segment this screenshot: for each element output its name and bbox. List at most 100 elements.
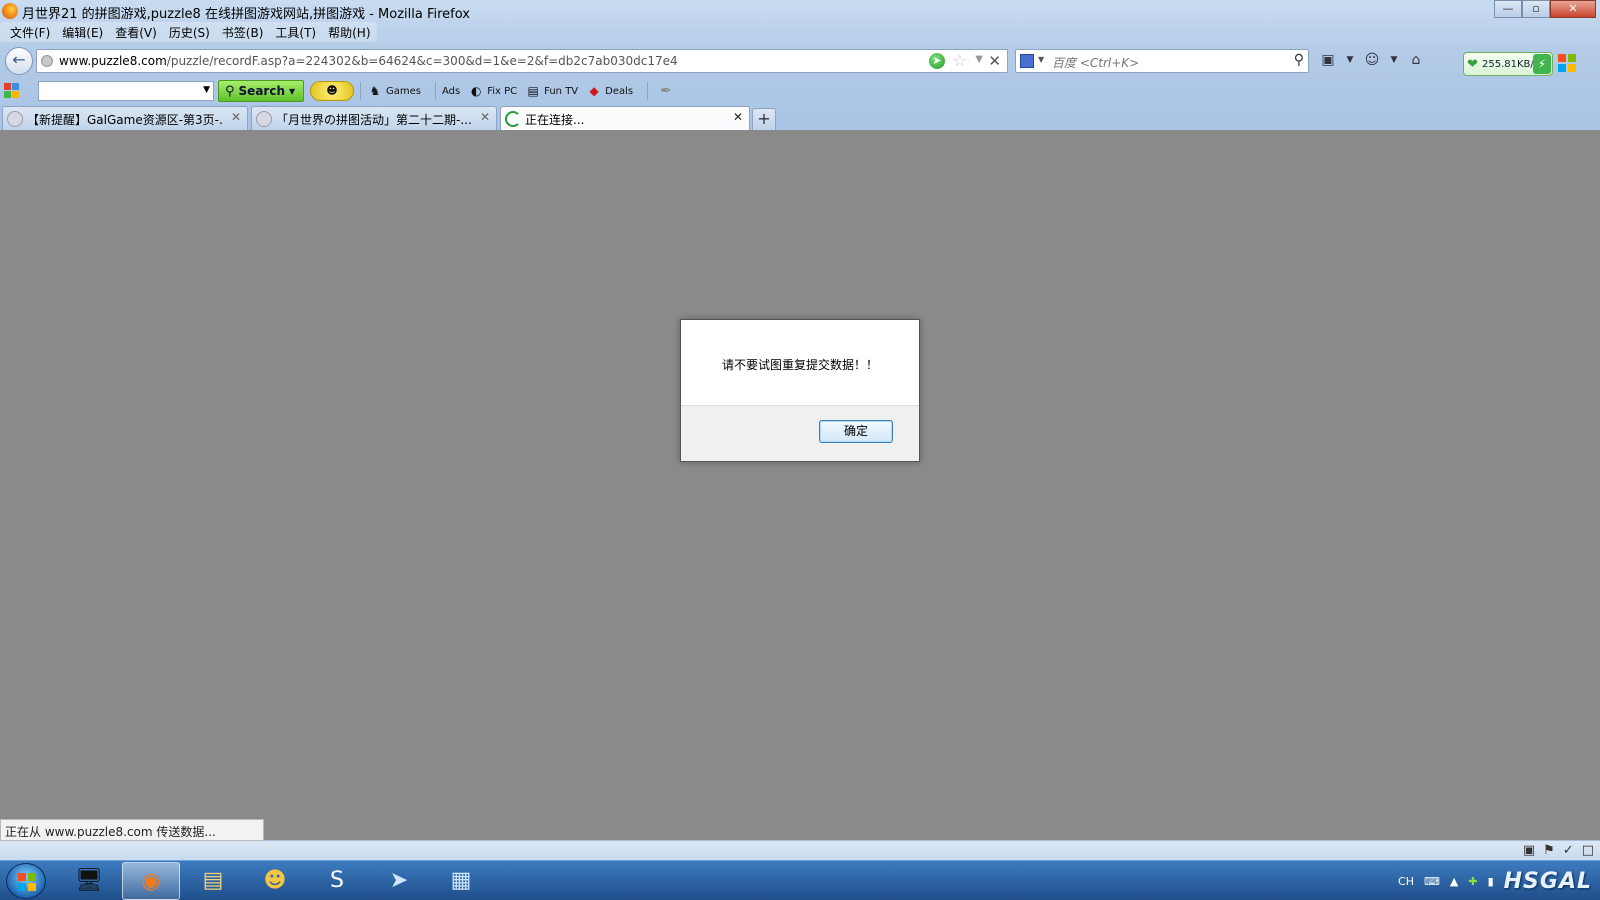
search-placeholder: 百度 <Ctrl+K> (1052, 56, 1140, 70)
status-bar: 正在从 www.puzzle8.com 传送数据... ▣ ⚑ ✓ □ (0, 819, 1600, 860)
window-controls: — ▫ ✕ (1494, 0, 1596, 18)
windows-logo-icon[interactable] (1558, 54, 1576, 72)
menu-view[interactable]: 查看(V) (109, 22, 163, 42)
toolbar-item-ads[interactable]: Ads (442, 86, 460, 97)
menu-bar: 文件(F) 编辑(E) 查看(V) 历史(S) 书签(B) 工具(T) 帮助(H… (0, 22, 377, 42)
tab-connecting[interactable]: 正在连接... ✕ (500, 106, 750, 131)
minimize-button[interactable]: — (1494, 0, 1522, 18)
download-speed-widget[interactable]: ❤ 255.81KB/s ⚡ (1463, 52, 1553, 76)
tab-label: 正在连接... (525, 113, 585, 127)
toolbar-separator (360, 82, 361, 100)
taskbar-app-s[interactable]: S (308, 862, 366, 900)
toolbar-item-label: Fix PC (487, 85, 518, 97)
tray-expand-icon[interactable]: ▲ (1450, 875, 1458, 888)
window-title: 月世界21 的拼图游戏,puzzle8 在线拼图游戏网站,拼图游戏 - Mozi… (22, 7, 470, 22)
menu-tools[interactable]: 工具(T) (269, 22, 322, 42)
ok-button[interactable]: 确定 (819, 420, 893, 443)
keyboard-icon[interactable]: ⌨ (1424, 875, 1440, 888)
addon-smiley-icon[interactable]: ☺ (1362, 50, 1382, 70)
toolbar-item-games[interactable]: ♞ Games (367, 83, 421, 99)
url-history-dropdown-icon[interactable]: ▼ (975, 54, 983, 65)
site-identity-icon[interactable] (41, 55, 53, 67)
apps-grid-icon[interactable] (2, 81, 30, 101)
menu-edit[interactable]: 编辑(E) (56, 22, 109, 42)
close-icon[interactable]: ✕ (480, 110, 490, 124)
alert-message: 请不要试图重复提交数据！！ (721, 358, 878, 372)
start-button[interactable] (6, 863, 46, 899)
taskbar-film[interactable]: ▦ (432, 862, 490, 900)
toolbar-separator (434, 82, 436, 100)
tag-icon: ◆ (589, 84, 599, 98)
search-bar[interactable]: ▼ 百度 <Ctrl+K> ⚲ (1015, 49, 1309, 73)
menu-file[interactable]: 文件(F) (4, 22, 56, 42)
close-button[interactable]: ✕ (1550, 0, 1596, 18)
tab-label: 【新提醒】GalGame资源区-第3页-... (27, 113, 223, 127)
search-icon: ⚲ (225, 83, 235, 99)
toolbar-item-label: Ads (441, 85, 461, 97)
toolbar-item-fun-tv[interactable]: ▤ Fun TV (525, 83, 578, 99)
chevron-down-icon[interactable]: ▼ (289, 87, 295, 96)
app-s-icon: S (330, 868, 344, 893)
back-button[interactable]: ← (5, 47, 33, 75)
toolbar-search-input[interactable]: ▼ (38, 81, 214, 101)
close-icon[interactable]: ✕ (733, 110, 743, 124)
maximize-button[interactable]: ▫ (1522, 0, 1550, 18)
feather-icon[interactable]: ✒ (660, 83, 672, 99)
smiley-button[interactable]: ☻ (310, 81, 354, 101)
tab-galgame[interactable]: 【新提醒】GalGame资源区-第3页-... ✕ (2, 106, 248, 130)
taskbar-explorer[interactable]: ▤ (184, 862, 242, 900)
joystick-icon: ♞ (369, 84, 381, 98)
new-tab-button[interactable]: + (752, 108, 776, 130)
url-host: www.puzzle8.com (59, 54, 167, 68)
system-tray: CH ⌨ ▲ ✚ ▮ HSGAL (1398, 861, 1600, 900)
toolbar-item-fix-pc[interactable]: ◐ Fix PC (468, 83, 517, 99)
leaf-icon: ❤ (1467, 57, 1478, 72)
tools-icon[interactable]: ✓ (1563, 843, 1574, 858)
tab-label: 「月世界の拼图活动」第二十二期-... (276, 113, 472, 127)
close-icon[interactable]: ✕ (231, 110, 241, 124)
toolbar-item-deals[interactable]: ◆ Deals (586, 83, 634, 99)
headphones-icon: ☻ (263, 868, 287, 893)
plus-circle-icon[interactable]: ✚ (1468, 875, 1477, 888)
flag-icon[interactable]: ⚑ (1543, 843, 1555, 858)
search-icon[interactable]: ⚲ (1294, 52, 1304, 68)
tab-puzzle-event[interactable]: 「月世界の拼图活动」第二十二期-... ✕ (251, 106, 497, 130)
taskbar-bird[interactable]: ➤ (370, 862, 428, 900)
chevron-down-icon[interactable]: ▼ (203, 85, 210, 95)
bolt-icon: ⚡ (1533, 54, 1551, 74)
url-text[interactable]: www.puzzle8.com/puzzle/recordF.asp?a=224… (59, 54, 678, 68)
menu-history[interactable]: 历史(S) (163, 22, 216, 42)
alert-dialog: 请不要试图重复提交数据！！ 确定 (680, 319, 920, 462)
firefox-icon (2, 3, 18, 19)
status-icons: ▣ ⚑ ✓ □ (1523, 843, 1594, 858)
brand-watermark: HSGAL (1503, 868, 1592, 894)
toolbar-search-button[interactable]: ⚲ Search ▼ (218, 80, 304, 102)
tray-language[interactable]: CH (1398, 875, 1414, 888)
stop-loading-icon[interactable]: ✕ (988, 52, 1001, 70)
plus-icon: + (757, 109, 771, 128)
film-icon: ▦ (450, 868, 472, 893)
url-bar[interactable]: www.puzzle8.com/puzzle/recordF.asp?a=224… (36, 49, 1008, 73)
go-arrow-icon[interactable]: ➤ (929, 53, 945, 69)
screenshot-dropdown-icon[interactable]: ▼ (1344, 50, 1356, 70)
menu-help[interactable]: 帮助(H) (322, 22, 376, 42)
taskbar-media[interactable]: ☻ (246, 862, 304, 900)
windows-flag-icon (18, 873, 36, 891)
loading-spinner-icon (505, 111, 521, 127)
home-icon[interactable]: ⌂ (1406, 50, 1426, 70)
window-icon[interactable]: □ (1582, 843, 1594, 858)
bookmark-star-icon[interactable]: ☆ (953, 51, 967, 70)
network-icon[interactable]: ▮ (1488, 875, 1494, 888)
menu-bookmarks[interactable]: 书签(B) (216, 22, 270, 42)
taskbar-firefox[interactable]: ◉ (122, 862, 180, 900)
toolbar-item-label: Games (386, 85, 421, 97)
screenshot-icon[interactable]: ▣ (1318, 50, 1338, 70)
addon-toolbar: ▼ ⚲ Search ▼ ☻ ♞ Games Ads ◐ Fix PC ▤ Fu… (0, 79, 1600, 103)
search-engine-icon[interactable] (1020, 54, 1034, 68)
url-path: /puzzle/recordF.asp?a=224302&b=64624&c=3… (166, 54, 678, 68)
status-text: 正在从 www.puzzle8.com 传送数据... (0, 819, 264, 841)
addon-bar-icon[interactable]: ▣ (1523, 843, 1535, 858)
search-engine-dropdown-icon[interactable]: ▼ (1038, 55, 1044, 64)
addon-dropdown-icon[interactable]: ▼ (1388, 50, 1400, 70)
taskbar-computer[interactable]: 🖥 (60, 862, 118, 900)
